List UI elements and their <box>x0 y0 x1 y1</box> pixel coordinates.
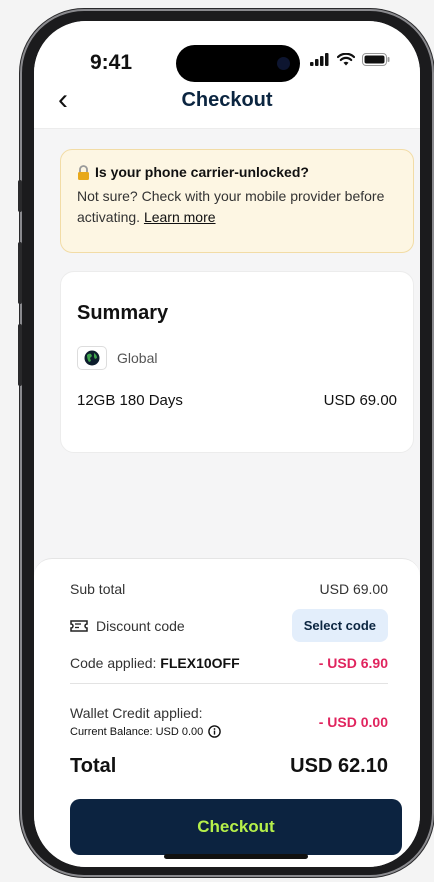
phone-frame: 9:41 ‹ Checkout Is your phone carrier-un… <box>20 9 434 877</box>
wallet-row: Wallet Credit applied: Current Balance: … <box>70 705 388 738</box>
camera-icon <box>277 57 290 70</box>
subtotal-value: USD 69.00 <box>319 581 388 597</box>
region-row: Global <box>77 346 157 370</box>
region-label: Global <box>117 350 158 366</box>
status-time: 9:41 <box>90 51 133 74</box>
code-applied-label: Code applied: <box>70 655 161 671</box>
summary-title: Summary <box>77 302 169 324</box>
side-button <box>18 180 22 212</box>
subtotal-label: Sub total <box>70 581 126 597</box>
learn-more-link[interactable]: Learn more <box>144 209 216 225</box>
discount-label: Discount code <box>96 617 185 634</box>
alert-title: Is your phone carrier-unlocked? <box>95 164 309 180</box>
wallet-value: - USD 0.00 <box>318 713 388 730</box>
select-code-button[interactable]: Select code <box>291 609 388 642</box>
screen: 9:41 ‹ Checkout Is your phone carrier-un… <box>34 21 420 867</box>
code-applied-value: - USD 6.90 <box>318 655 388 671</box>
total-value: USD 62.10 <box>290 755 388 777</box>
wallet-label: Wallet Credit applied: <box>70 705 203 721</box>
total-row: Total USD 62.10 <box>70 755 388 778</box>
checkout-button[interactable]: Checkout <box>70 799 402 855</box>
divider <box>70 683 388 684</box>
wallet-balance: Current Balance: USD 0.00 <box>70 725 204 738</box>
lock-icon <box>78 164 89 180</box>
status-icons <box>310 53 390 66</box>
discount-row: Discount code Select code <box>70 609 388 642</box>
volume-up-button <box>18 242 22 304</box>
battery-icon <box>362 53 390 66</box>
signal-icon <box>310 53 329 66</box>
volume-down-button <box>18 324 22 386</box>
code-applied-code: FLEX10OFF <box>160 655 240 671</box>
app-header: 9:41 ‹ Checkout <box>34 21 420 129</box>
subtotal-row: Sub total USD 69.00 <box>70 581 388 597</box>
region-chip <box>77 346 107 370</box>
code-applied-row: Code applied: FLEX10OFF - USD 6.90 <box>70 655 388 671</box>
dynamic-island <box>176 45 300 82</box>
wifi-icon <box>337 53 355 66</box>
alert-body: Not sure? Check with your mobile provide… <box>77 188 385 225</box>
plan-price: USD 69.00 <box>323 392 397 409</box>
summary-card: Summary Global 12GB 180 Days USD 69.00 <box>60 271 414 453</box>
plan-name: 12GB 180 Days <box>77 392 183 409</box>
globe-icon <box>84 350 100 366</box>
home-indicator <box>164 854 308 859</box>
checkout-sheet: Sub total USD 69.00 Discount code Select… <box>34 558 420 867</box>
ticket-icon <box>70 619 88 632</box>
info-icon[interactable] <box>208 725 222 738</box>
total-label: Total <box>70 755 117 777</box>
carrier-unlock-alert: Is your phone carrier-unlocked? Not sure… <box>60 149 414 253</box>
page-title: Checkout <box>181 89 273 111</box>
